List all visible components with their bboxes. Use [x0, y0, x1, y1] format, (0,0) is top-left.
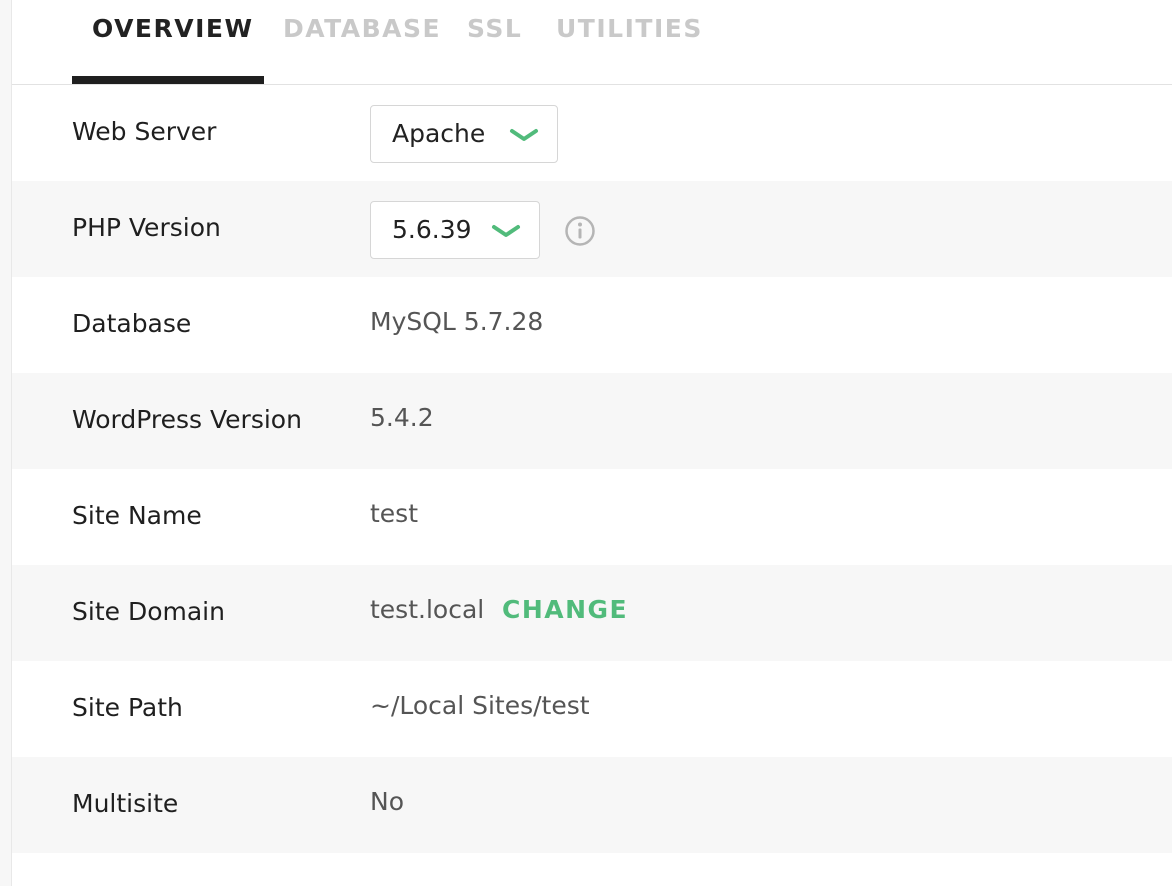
- active-tab-indicator: [72, 76, 264, 84]
- multisite-value: No: [370, 787, 404, 816]
- php-version-selected-value: 5.6.39: [392, 215, 472, 244]
- row-database: Database MySQL 5.7.28: [12, 277, 1172, 373]
- web-server-select[interactable]: Apache: [370, 105, 558, 163]
- multisite-label: Multisite: [72, 789, 179, 818]
- database-value: MySQL 5.7.28: [370, 307, 544, 336]
- site-domain-label: Site Domain: [72, 597, 225, 626]
- row-site-name: Site Name test: [12, 469, 1172, 565]
- tab-ssl[interactable]: SSL: [467, 14, 522, 43]
- chevron-down-icon: [510, 129, 538, 141]
- tab-bar: OVERVIEW DATABASE SSL UTILITIES: [12, 0, 1172, 85]
- web-server-selected-value: Apache: [392, 119, 486, 148]
- site-path-value: ~/Local Sites/test: [370, 691, 590, 720]
- left-panel-edge: [0, 0, 12, 886]
- web-server-label: Web Server: [72, 117, 217, 146]
- app-window: OVERVIEW DATABASE SSL UTILITIES Web Serv…: [0, 0, 1172, 886]
- site-path-label: Site Path: [72, 693, 183, 722]
- php-version-select[interactable]: 5.6.39: [370, 201, 540, 259]
- row-wordpress-version: WordPress Version 5.4.2: [12, 373, 1172, 469]
- tab-database[interactable]: DATABASE: [283, 14, 441, 43]
- wordpress-version-label: WordPress Version: [72, 405, 302, 434]
- site-domain-value: test.local: [370, 595, 485, 624]
- site-overview-panel: OVERVIEW DATABASE SSL UTILITIES Web Serv…: [12, 0, 1172, 886]
- site-name-label: Site Name: [72, 501, 202, 530]
- wordpress-version-value: 5.4.2: [370, 403, 434, 432]
- site-name-value: test: [370, 499, 419, 528]
- overview-rows: Web Server Apache PHP Version 5.6.39 Dat…: [12, 85, 1172, 853]
- tab-overview[interactable]: OVERVIEW: [92, 14, 254, 43]
- row-multisite: Multisite No: [12, 757, 1172, 853]
- database-label: Database: [72, 309, 192, 338]
- row-php-version: PHP Version 5.6.39: [12, 181, 1172, 277]
- info-icon[interactable]: [564, 215, 596, 247]
- change-domain-link[interactable]: CHANGE: [502, 595, 628, 624]
- row-site-path: Site Path ~/Local Sites/test: [12, 661, 1172, 757]
- chevron-down-icon: [492, 225, 520, 237]
- tab-utilities[interactable]: UTILITIES: [556, 14, 703, 43]
- row-web-server: Web Server Apache: [12, 85, 1172, 181]
- php-version-label: PHP Version: [72, 213, 221, 242]
- row-site-domain: Site Domain test.local CHANGE: [12, 565, 1172, 661]
